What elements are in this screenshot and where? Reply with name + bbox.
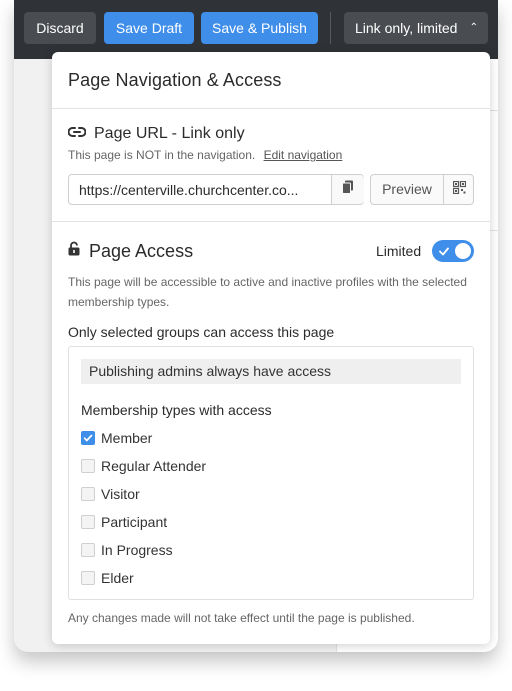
membership-option-regular-attender[interactable]: Regular Attender	[81, 458, 206, 474]
divider	[52, 108, 490, 109]
qr-code-icon	[452, 180, 466, 199]
admin-access-note: Publishing admins always have access	[81, 359, 461, 384]
toggle-knob	[455, 243, 471, 259]
preview-button[interactable]: Preview	[371, 175, 443, 204]
toolbar-divider	[330, 12, 331, 44]
link-access-dropdown[interactable]: Link only, limited ⌃	[344, 12, 488, 44]
membership-option-label: Member	[101, 430, 153, 446]
access-toggle-label: Limited	[376, 243, 422, 259]
access-description: This page will be accessible to active a…	[68, 275, 467, 309]
membership-types-heading: Membership types with access	[81, 402, 272, 418]
navigation-note: This page is NOT in the navigation. Edit…	[68, 148, 342, 162]
page-url-value[interactable]: https://centerville.churchcenter.co...	[79, 182, 327, 198]
link-access-dropdown-label: Link only, limited	[355, 20, 458, 36]
page-url-field[interactable]: https://centerville.churchcenter.co...	[68, 174, 364, 205]
membership-option-in-progress[interactable]: In Progress	[81, 542, 173, 558]
membership-groups-box: Publishing admins always have access Mem…	[68, 346, 474, 600]
membership-option-label: Elder	[101, 570, 134, 586]
membership-option-member[interactable]: Member	[81, 430, 152, 446]
page-navigation-access-popover: Page Navigation & Access Page URL - Link…	[52, 52, 490, 644]
checkbox[interactable]	[81, 515, 95, 529]
navigation-status-text: This page is NOT in the navigation.	[68, 148, 256, 162]
membership-option-elder[interactable]: Elder	[81, 570, 134, 586]
preview-button-group: Preview	[370, 174, 474, 205]
groups-access-label: Only selected groups can access this pag…	[68, 324, 335, 340]
membership-option-label: Regular Attender	[101, 458, 207, 474]
limited-access-toggle[interactable]	[432, 240, 474, 262]
qr-code-button[interactable]	[443, 175, 474, 204]
membership-option-label: In Progress	[101, 542, 173, 558]
chevron-up-icon: ⌃	[469, 22, 478, 33]
page-access-title: Page Access	[89, 240, 194, 261]
membership-option-visitor[interactable]: Visitor	[81, 486, 140, 502]
copy-url-button[interactable]	[331, 175, 364, 204]
save-publish-button[interactable]: Save & Publish	[201, 12, 318, 44]
membership-option-participant[interactable]: Participant	[81, 514, 167, 530]
popover-title: Page Navigation & Access	[68, 70, 282, 90]
edit-navigation-link[interactable]: Edit navigation	[264, 148, 343, 162]
link-icon	[67, 125, 87, 143]
page-access-heading: Page Access	[68, 240, 193, 262]
top-toolbar: Discard Save Draft Save & Publish Link o…	[14, 0, 498, 59]
page-url-title: Page URL - Link only	[94, 125, 245, 142]
checkbox[interactable]	[81, 459, 95, 473]
checkbox[interactable]	[81, 431, 95, 445]
divider	[52, 221, 490, 222]
check-icon	[83, 434, 93, 442]
publish-footer-note: Any changes made will not take effect un…	[68, 611, 415, 625]
save-draft-button[interactable]: Save Draft	[104, 12, 194, 44]
lock-icon	[68, 241, 80, 261]
membership-option-label: Participant	[101, 514, 168, 530]
checkbox[interactable]	[81, 487, 95, 501]
copy-icon	[342, 180, 354, 199]
checkbox[interactable]	[81, 571, 95, 585]
check-icon	[438, 243, 450, 264]
discard-button[interactable]: Discard	[24, 12, 96, 44]
checkbox[interactable]	[81, 543, 95, 557]
membership-option-label: Visitor	[101, 486, 140, 502]
page-url-heading: Page URL - Link only	[67, 124, 245, 144]
